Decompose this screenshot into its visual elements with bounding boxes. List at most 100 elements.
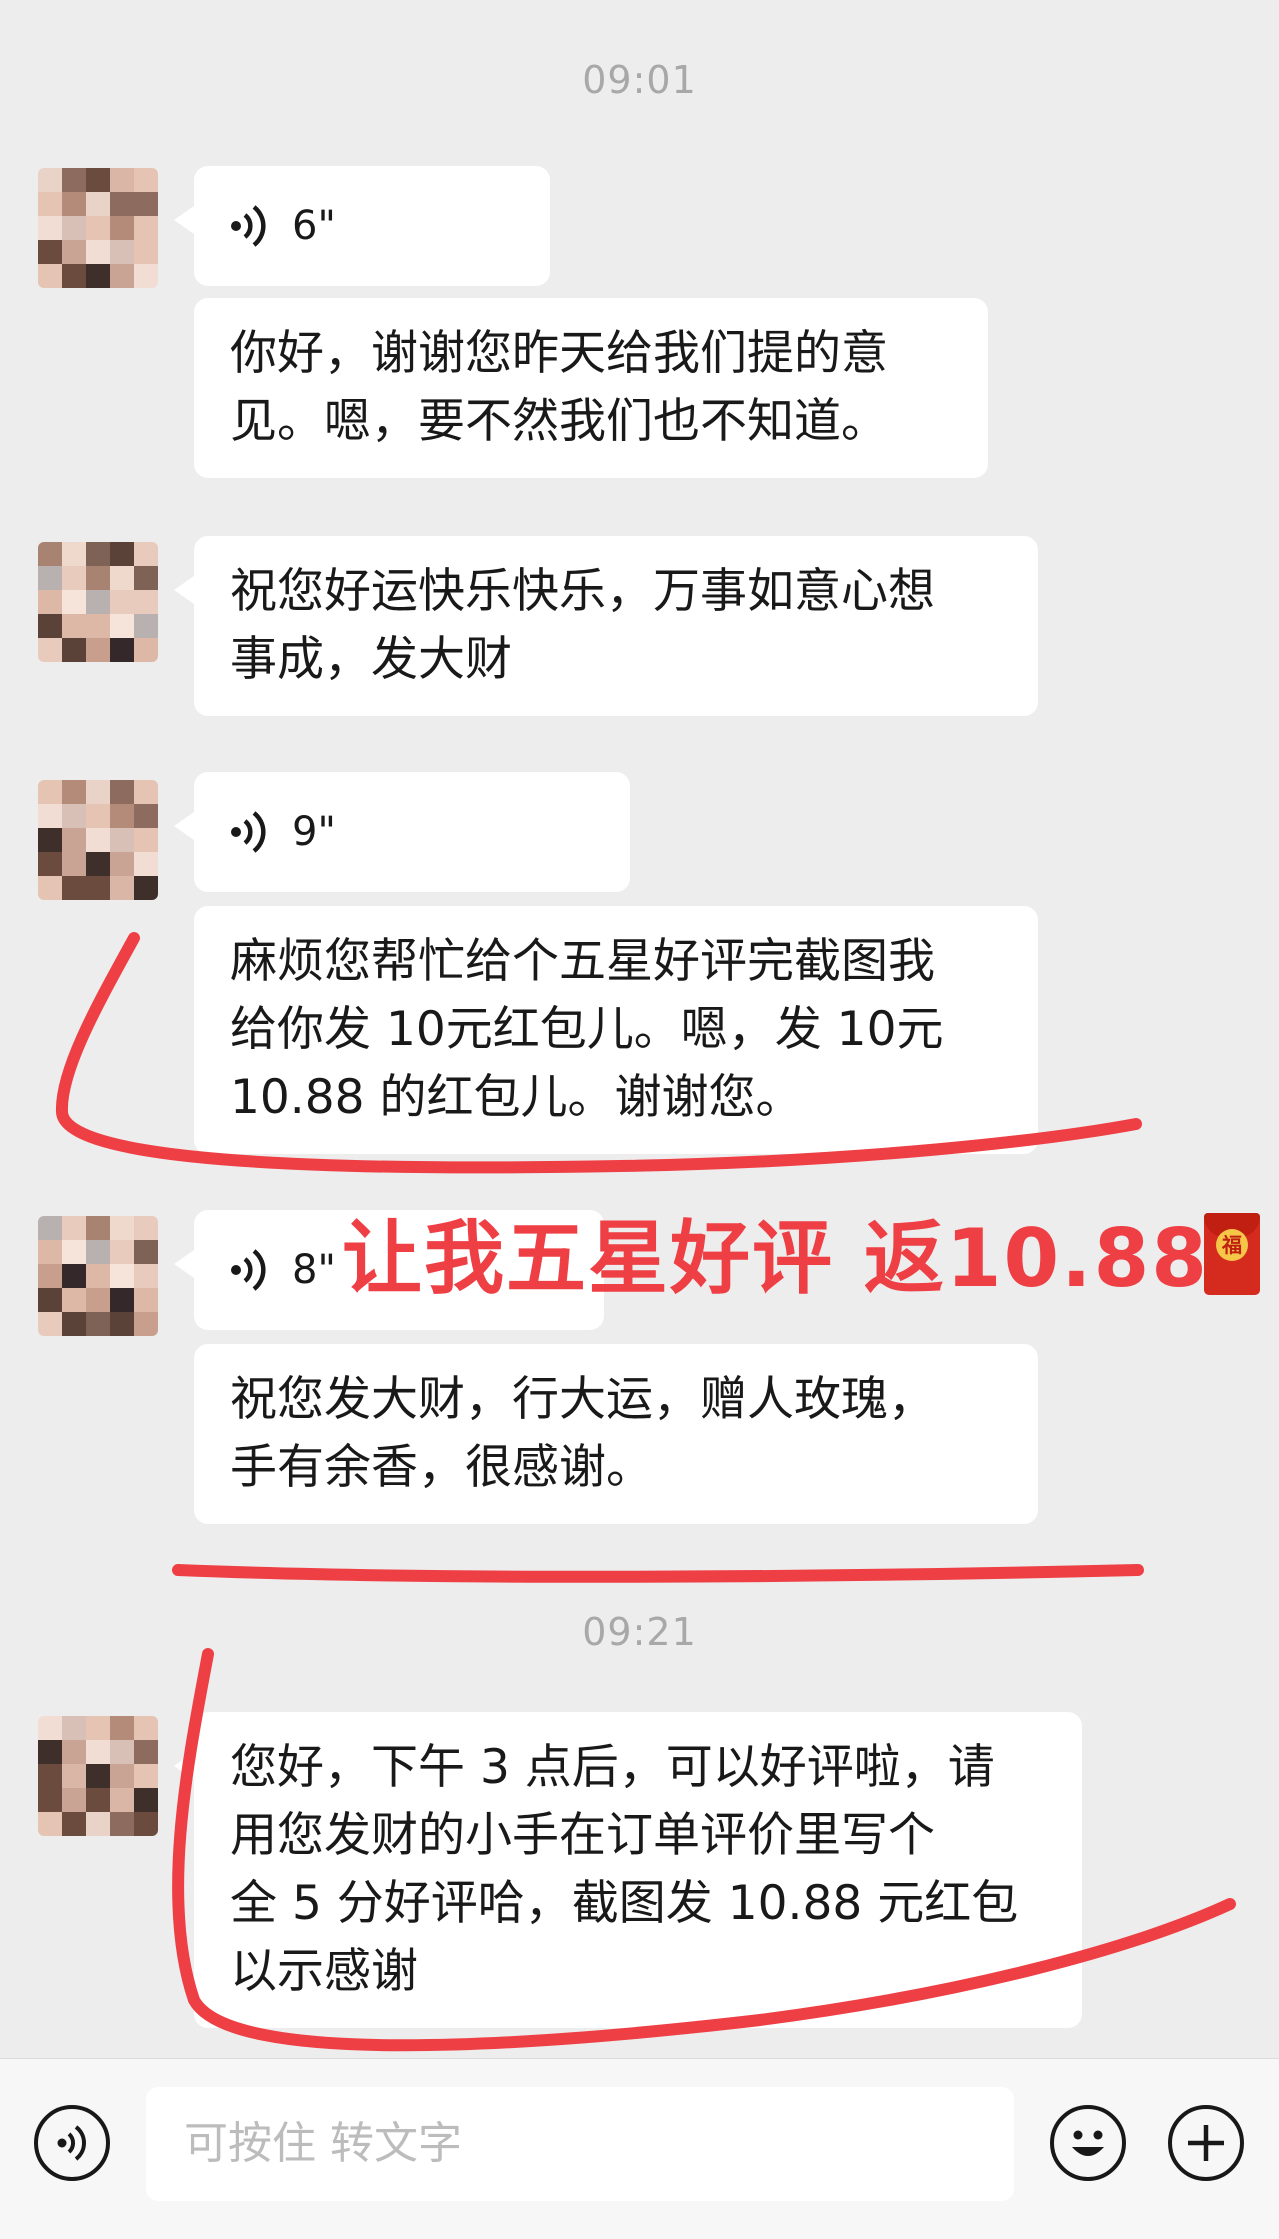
emoji-button[interactable] [1050,2105,1126,2181]
mosaic-cell [134,1312,158,1336]
mosaic-cell [110,1240,134,1264]
message-line: 手有余香，很感谢。 [230,1440,653,1495]
mosaic-cell [38,1240,62,1264]
mosaic-cell [86,192,110,216]
mosaic-cell [86,876,110,900]
avatar[interactable] [38,780,158,900]
mosaic-cell [38,1812,62,1836]
mosaic-cell [110,1788,134,1812]
mosaic-cell [86,216,110,240]
mosaic-cell [86,590,110,614]
voice-message[interactable]: 6" [174,166,550,286]
text-message[interactable]: 你好，谢谢您昨天给我们提的意 见。嗯，要不然我们也不知道。 [194,298,988,478]
mosaic-cell [62,876,86,900]
mosaic-cell [134,1264,158,1288]
mosaic-cell [38,780,62,804]
text-message[interactable]: 您好，下午 3 点后，可以好评啦，请 用您发财的小手在订单评价里写个 全 5 分… [174,1712,1082,2028]
mosaic-cell [62,590,86,614]
mosaic-cell [134,566,158,590]
mosaic-cell [134,876,158,900]
text-message[interactable]: 麻烦您帮忙给个五星好评完截图我 给你发 10元红包儿。嗯，发 10元 10.88… [194,906,1038,1154]
mosaic-cell [86,1716,110,1740]
mosaic-cell [86,1264,110,1288]
mosaic-cell [110,264,134,288]
mosaic-cell [86,240,110,264]
mosaic-cell [86,1788,110,1812]
chat-area[interactable]: 09:01 6" 你好，谢谢您昨天给我们提的意 见。嗯，要不然我们也不知道。 祝… [0,0,1279,2055]
mosaic-cell [134,216,158,240]
mosaic-cell [134,780,158,804]
input-bar: 可按住 转文字 [0,2058,1279,2239]
mosaic-cell [134,1216,158,1240]
mosaic-cell [62,1264,86,1288]
mosaic-cell [110,876,134,900]
mosaic-cell [62,1764,86,1788]
mosaic-cell [62,1288,86,1312]
message-input[interactable]: 可按住 转文字 [146,2087,1014,2201]
avatar[interactable] [38,168,158,288]
mosaic-cell [134,264,158,288]
fortune-seal: 福 [1216,1229,1248,1261]
mosaic-cell [86,542,110,566]
mosaic-cell [62,1240,86,1264]
mosaic-cell [62,216,86,240]
message-line: 您好，下午 3 点后，可以好评啦，请 [230,1740,995,1795]
voice-duration: 9" [292,809,336,855]
mosaic-cell [62,780,86,804]
mosaic-cell [134,828,158,852]
mosaic-cell [86,828,110,852]
annotation-text: 让我五星好评 返10.88 [342,1212,1209,1305]
mosaic-cell [62,828,86,852]
avatar[interactable] [38,1716,158,1836]
mosaic-cell [86,1764,110,1788]
text-message[interactable]: 祝您好运快乐快乐，万事如意心想 事成，发大财 [174,536,1038,716]
mosaic-cell [134,852,158,876]
mosaic-cell [86,614,110,638]
mosaic-cell [38,876,62,900]
voice-input-icon [57,2125,86,2161]
mosaic-cell [38,1264,62,1288]
avatar[interactable] [38,1216,158,1336]
mosaic-cell [38,590,62,614]
timestamp: 09:21 [582,1610,697,1654]
mosaic-cell [110,1312,134,1336]
mosaic-cell [62,566,86,590]
mosaic-cell [110,240,134,264]
mosaic-cell [110,828,134,852]
mosaic-cell [134,804,158,828]
message-line: 祝您好运快乐快乐，万事如意心想 [230,564,935,619]
mosaic-cell [38,638,62,662]
mosaic-cell [38,1288,62,1312]
mosaic-cell [110,1716,134,1740]
mosaic-cell [86,852,110,876]
message-line: 以示感谢 [230,1944,418,1999]
mosaic-cell [86,1740,110,1764]
message-line: 用您发财的小手在订单评价里写个 [230,1808,935,1863]
mosaic-cell [38,1312,62,1336]
mosaic-cell [110,542,134,566]
mosaic-cell [38,264,62,288]
mosaic-cell [62,614,86,638]
text-message[interactable]: 祝您发大财，行大运，赠人玫瑰， 手有余香，很感谢。 [194,1344,1038,1524]
mosaic-cell [110,780,134,804]
mosaic-cell [62,240,86,264]
avatar[interactable] [38,542,158,662]
mosaic-cell [62,1740,86,1764]
emoji-icon [1072,2130,1104,2156]
mosaic-cell [110,1288,134,1312]
mosaic-cell [110,1764,134,1788]
mosaic-cell [38,614,62,638]
timestamp: 09:01 [582,58,697,102]
mosaic-cell [62,1788,86,1812]
voice-wave-icon [231,811,266,853]
mosaic-cell [38,192,62,216]
mosaic-cell [86,1288,110,1312]
mosaic-cell [110,168,134,192]
mosaic-cell [110,1264,134,1288]
voice-message[interactable]: 9" [174,772,630,892]
more-button[interactable] [1168,2105,1244,2181]
mosaic-cell [86,804,110,828]
mosaic-cell [134,168,158,192]
voice-input-button[interactable] [34,2105,110,2181]
mosaic-cell [38,1764,62,1788]
